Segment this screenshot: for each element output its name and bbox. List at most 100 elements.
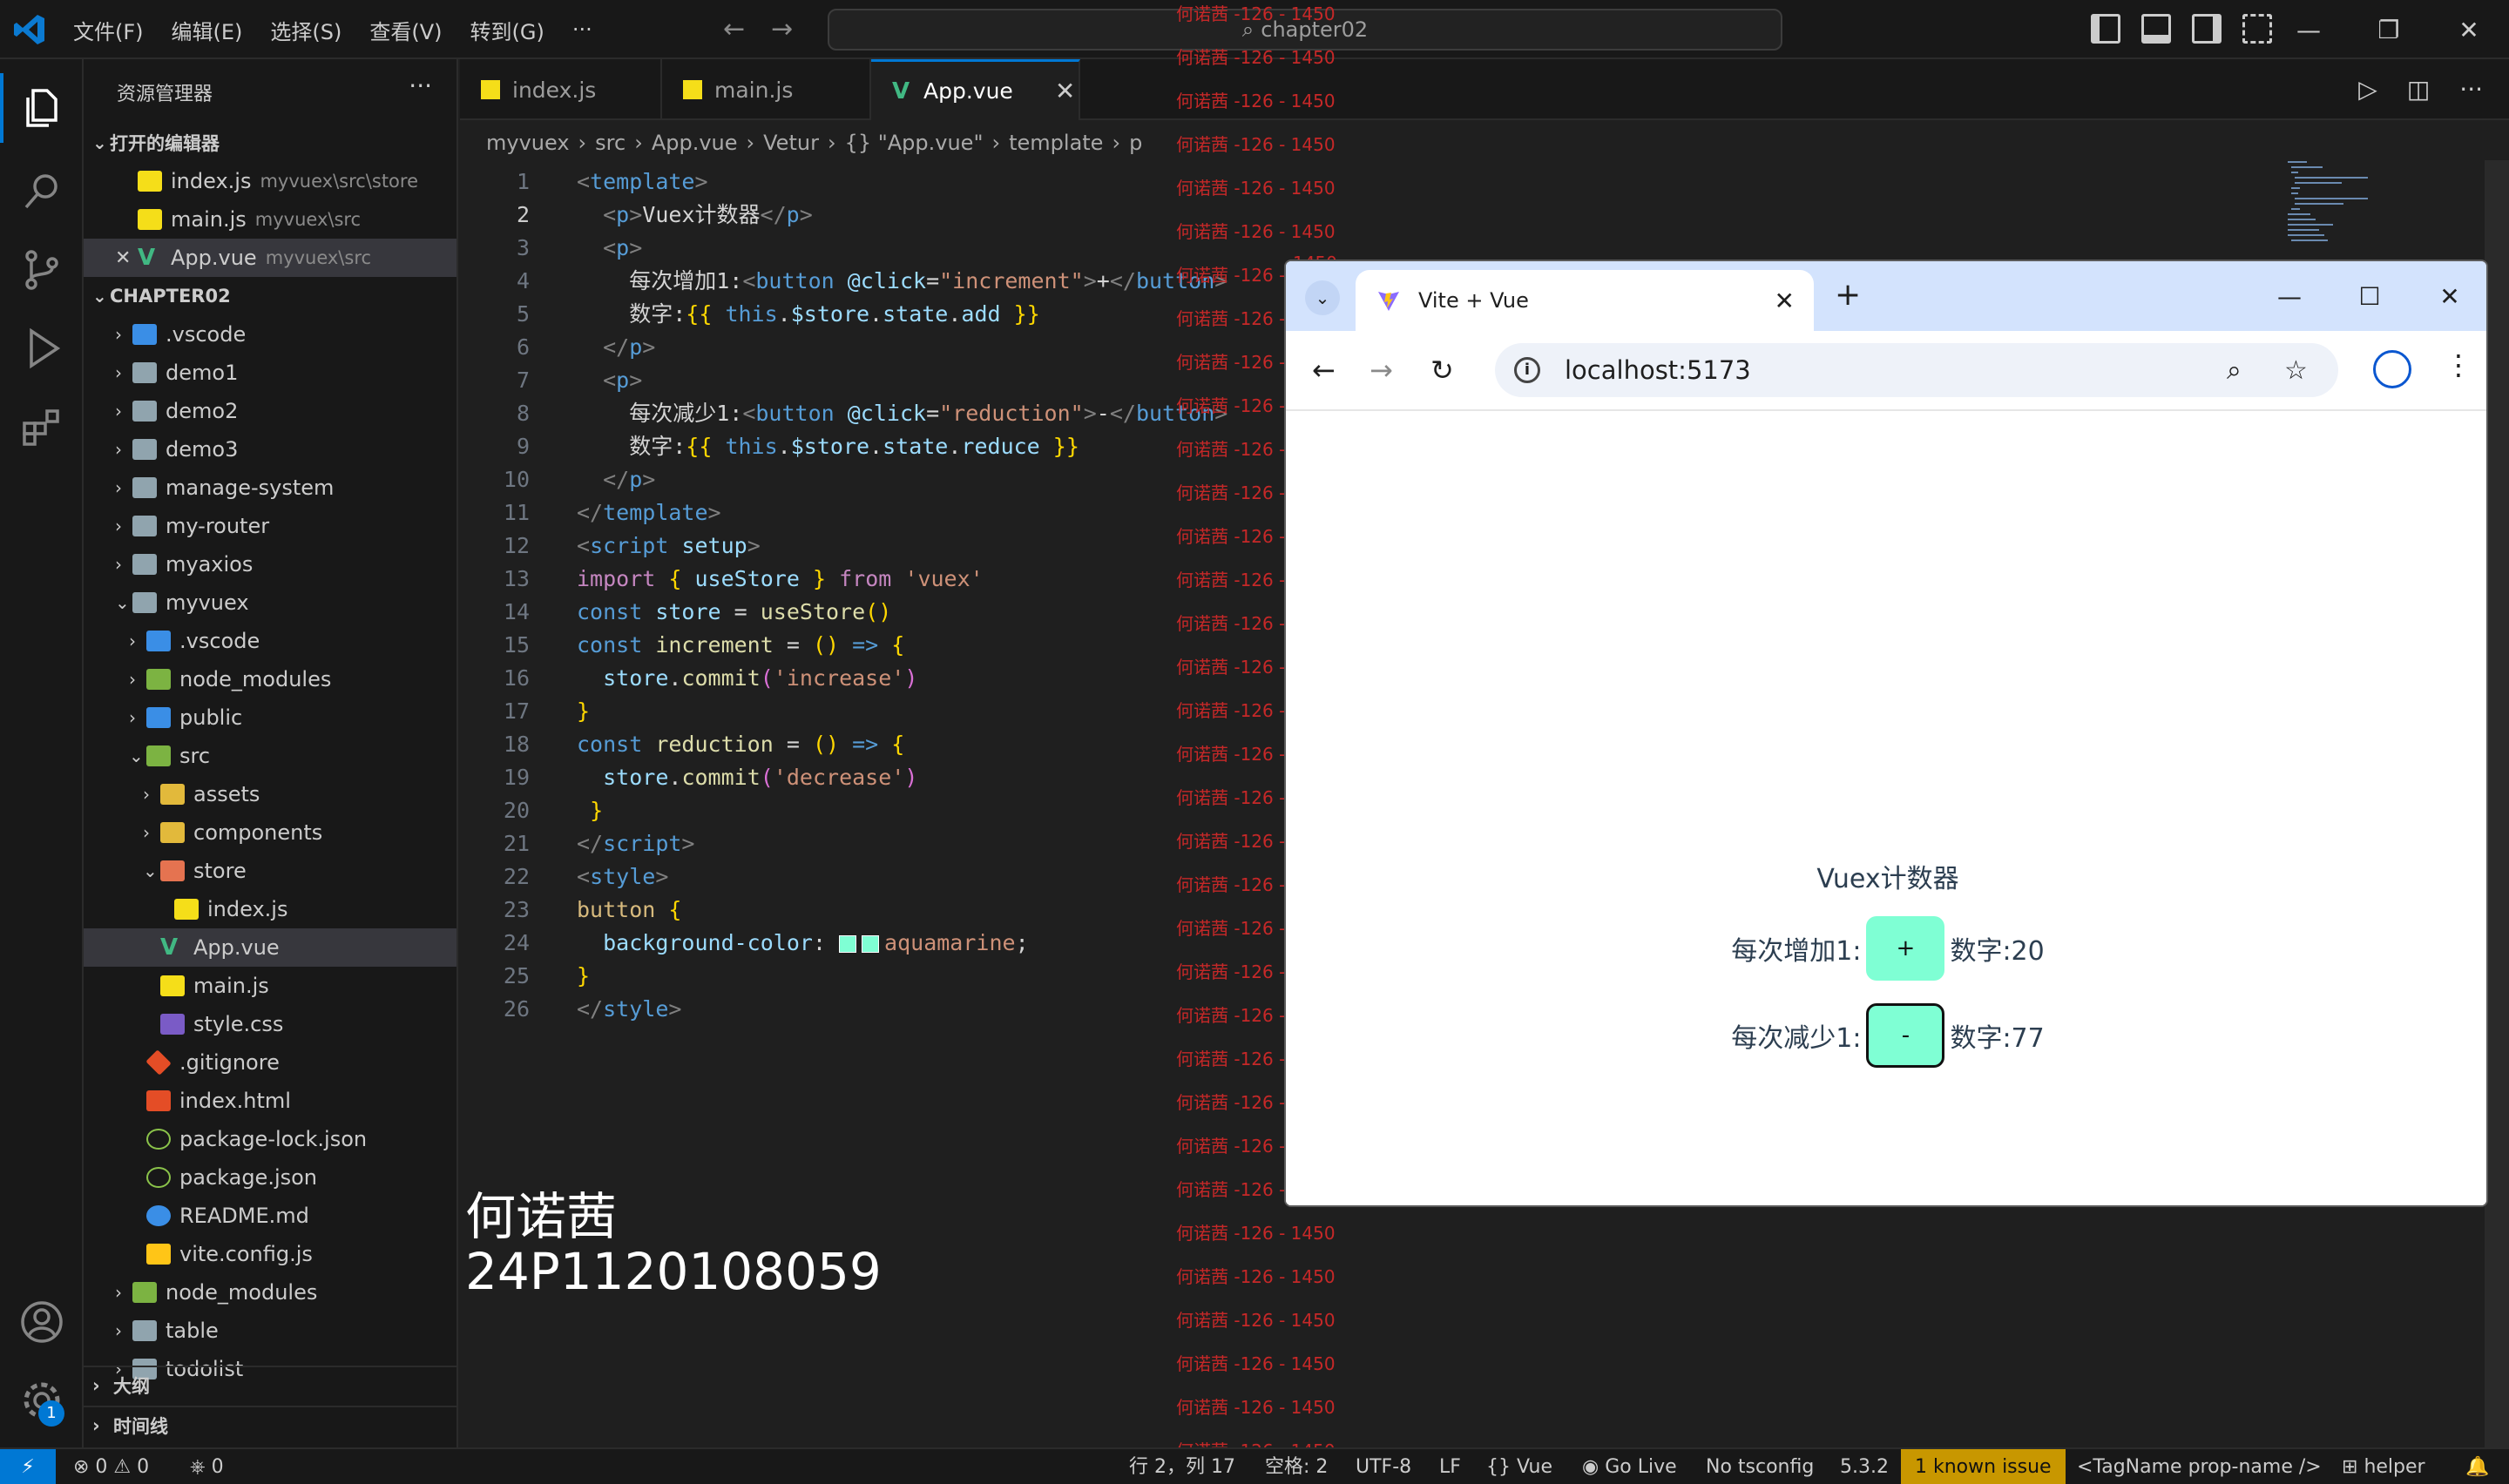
file-item[interactable]: package-lock.json — [84, 1120, 456, 1158]
address-bar[interactable]: i localhost:5173 ⌕ ☆ — [1495, 343, 2338, 397]
code-line[interactable]: 25} — [460, 960, 1279, 993]
menu-item[interactable]: 转到(G) — [470, 15, 544, 45]
color-swatch[interactable] — [862, 935, 880, 953]
remote-indicator[interactable]: ⚡ — [0, 1449, 56, 1484]
code-line[interactable]: 4 每次增加1:<button @click="increment">+</bu… — [460, 265, 1279, 298]
extensions-icon[interactable] — [19, 404, 64, 449]
folder-item[interactable]: › myaxios — [84, 545, 456, 583]
code-line[interactable]: 8 每次减少1:<button @click="reduction">-</bu… — [460, 397, 1279, 430]
editor-scrollbar[interactable] — [2485, 160, 2509, 1447]
code-line[interactable]: 13 import { useStore } from 'vuex' — [460, 563, 1279, 596]
cursor-position[interactable]: 行 2，列 17 — [1129, 1449, 1235, 1484]
menu-item[interactable]: 选择(S) — [270, 15, 342, 45]
helper-button[interactable]: ⊞ helper — [2342, 1449, 2425, 1484]
problems-indicator[interactable]: ⊗ 0 ⚠ 0 — [73, 1449, 149, 1484]
code-line[interactable]: 5 数字:{{ this.$store.state.add }} — [460, 298, 1279, 331]
folder-item[interactable]: › node_modules — [84, 660, 456, 698]
code-line[interactable]: 20 } — [460, 794, 1279, 827]
workspace-section[interactable]: ⌄ CHAPTER02 — [84, 277, 456, 315]
more-actions-icon[interactable]: ··· — [409, 71, 432, 100]
code-line[interactable]: 11 </template> — [460, 496, 1279, 530]
breadcrumb-item[interactable]: App.vue — [652, 131, 738, 155]
code-line[interactable]: 7 <p> — [460, 364, 1279, 397]
zoom-icon[interactable]: ⌕ — [2227, 355, 2242, 386]
run-debug-icon[interactable] — [19, 326, 64, 371]
folder-item[interactable]: › my-router — [84, 507, 456, 545]
search-icon[interactable] — [19, 169, 64, 214]
file-item[interactable]: index.js — [84, 890, 456, 928]
folder-item[interactable]: › table — [84, 1312, 456, 1350]
folder-item[interactable]: › manage-system — [84, 469, 456, 507]
breadcrumb-item[interactable]: Vetur — [763, 131, 819, 155]
ports-indicator[interactable]: ⎈ 0 — [190, 1449, 224, 1484]
minimap[interactable] — [2281, 157, 2377, 253]
folder-item[interactable]: ⌄ store — [84, 852, 456, 890]
toggle-sidebar-icon[interactable] — [2091, 14, 2120, 44]
open-editor-item[interactable]: ✕ V App.vue myvuex\src — [84, 239, 456, 277]
code-line[interactable]: 18 const reduction = () => { — [460, 728, 1279, 761]
back-arrow-icon[interactable]: ← — [1312, 354, 1336, 387]
code-line[interactable]: 23 button { — [460, 894, 1279, 927]
menu-item[interactable]: 文件(F) — [73, 15, 144, 45]
code-line[interactable]: 12 <script setup> — [460, 530, 1279, 563]
file-item[interactable]: style.css — [84, 1005, 456, 1043]
breadcrumb-item[interactable]: {} "App.vue" — [845, 131, 984, 155]
code-line[interactable]: 26 </style> — [460, 993, 1279, 1026]
folder-item[interactable]: › components — [84, 813, 456, 852]
breadcrumb-item[interactable]: myvuex — [486, 131, 570, 155]
file-item[interactable]: .gitignore — [84, 1043, 456, 1082]
tab-search-icon[interactable]: ⌄ — [1305, 280, 1340, 315]
open-editor-item[interactable]: main.js myvuex\src — [84, 200, 456, 239]
tsconfig-status[interactable]: No tsconfig — [1706, 1449, 1814, 1484]
ts-version[interactable]: 5.3.2 — [1840, 1449, 1889, 1484]
tab-main-js[interactable]: main.js — [662, 59, 871, 120]
file-item[interactable]: main.js — [84, 967, 456, 1005]
site-info-icon[interactable]: i — [1514, 357, 1540, 383]
back-arrow-icon[interactable]: ← — [723, 14, 745, 44]
folder-item[interactable]: ⌄ src — [84, 737, 456, 775]
minimize-icon[interactable]: — — [2269, 16, 2349, 44]
maximize-icon[interactable]: ☐ — [2330, 282, 2410, 311]
encoding[interactable]: UTF-8 — [1356, 1449, 1411, 1484]
code-line[interactable]: 1 <template> — [460, 165, 1279, 199]
breadcrumb-item[interactable]: p — [1129, 131, 1142, 155]
forward-arrow-icon[interactable]: → — [1369, 354, 1393, 387]
folder-item[interactable]: › public — [84, 698, 456, 737]
menu-item[interactable]: 编辑(E) — [172, 15, 243, 45]
menu-item[interactable]: 查看(V) — [369, 15, 442, 45]
timeline-section[interactable]: › 时间线 — [84, 1406, 456, 1444]
folder-item[interactable]: › node_modules — [84, 1273, 456, 1312]
folder-item[interactable]: › .vscode — [84, 622, 456, 660]
breadcrumb-item[interactable]: template — [1009, 131, 1103, 155]
decrease-button[interactable]: - — [1866, 1003, 1945, 1068]
more-actions-icon[interactable]: ··· — [2459, 75, 2483, 104]
outline-section[interactable]: › 大纲 — [84, 1366, 456, 1404]
restore-icon[interactable]: ❐ — [2349, 16, 2429, 44]
code-editor[interactable]: 1 <template> 2 <p>Vuex计数器</p> 3 <p> 4 每次增加1:… — [460, 160, 1279, 1118]
breadcrumb-item[interactable]: src — [595, 131, 626, 155]
indentation[interactable]: 空格: 2 — [1265, 1449, 1328, 1484]
file-item[interactable]: V App.vue — [84, 928, 456, 967]
toggle-panel-icon[interactable] — [2141, 14, 2171, 44]
code-line[interactable]: 6 </p> — [460, 331, 1279, 364]
file-item[interactable]: vite.config.js — [84, 1235, 456, 1273]
account-icon[interactable] — [19, 1299, 64, 1345]
folder-item[interactable]: › demo2 — [84, 392, 456, 430]
color-swatch[interactable] — [839, 935, 857, 953]
code-line[interactable]: 17} — [460, 695, 1279, 728]
code-line[interactable]: 10 </p> — [460, 463, 1279, 496]
code-line[interactable]: 21 </script> — [460, 827, 1279, 860]
new-tab-icon[interactable]: + — [1835, 277, 1861, 313]
file-item[interactable]: package.json — [84, 1158, 456, 1197]
minimize-icon[interactable]: — — [2249, 282, 2330, 311]
folder-item[interactable]: › demo3 — [84, 430, 456, 469]
code-line[interactable]: 14 const store = useStore() — [460, 596, 1279, 629]
bookmark-star-icon[interactable]: ☆ — [2284, 355, 2308, 386]
folder-item[interactable]: ⌄ myvuex — [84, 583, 456, 622]
go-live-button[interactable]: ◉ Go Live — [1582, 1449, 1677, 1484]
tab-index-js[interactable]: index.js — [460, 59, 662, 120]
reload-icon[interactable]: ↻ — [1430, 354, 1454, 387]
folder-item[interactable]: › demo1 — [84, 354, 456, 392]
known-issue-badge[interactable]: 1 known issue — [1901, 1449, 2066, 1484]
code-line[interactable]: 22 <style> — [460, 860, 1279, 894]
